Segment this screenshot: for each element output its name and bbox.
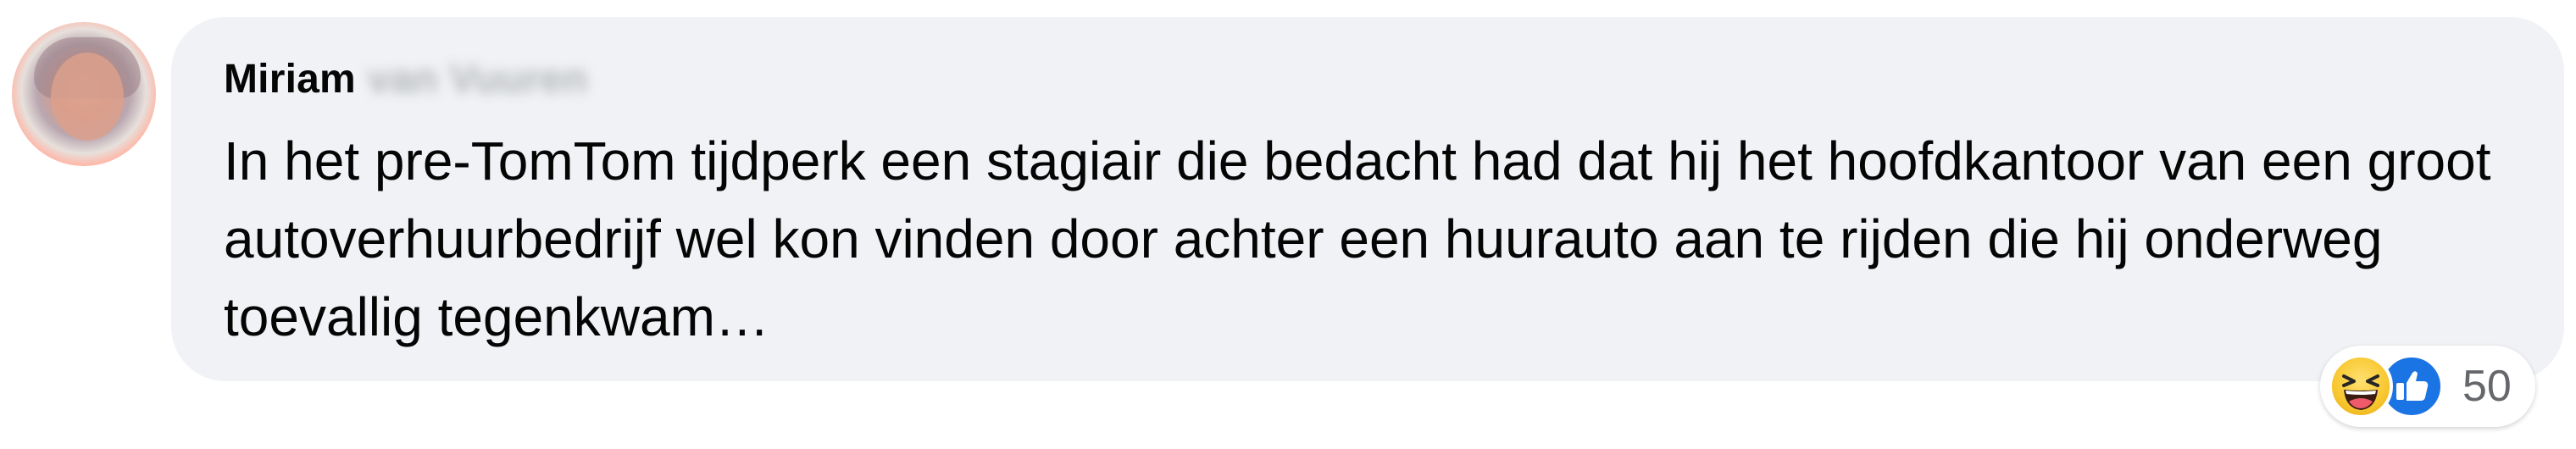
author-name[interactable]: Miriam	[224, 56, 356, 103]
reactions-summary[interactable]: 50	[2320, 346, 2535, 427]
comment-bubble: Miriam van Vuuren In het pre-TomTom tijd…	[171, 17, 2564, 381]
haha-emoji-icon	[2329, 354, 2393, 419]
author-surname-blurred[interactable]: van Vuuren	[368, 56, 588, 103]
author-line: Miriam van Vuuren	[224, 56, 588, 103]
comment-text: In het pre-TomTom tijdperk een stagiair …	[224, 130, 2491, 347]
avatar[interactable]	[12, 22, 156, 166]
comment-row: Miriam van Vuuren In het pre-TomTom tijd…	[0, 0, 2576, 449]
avatar-face	[51, 53, 124, 141]
reaction-count: 50	[2462, 362, 2512, 411]
